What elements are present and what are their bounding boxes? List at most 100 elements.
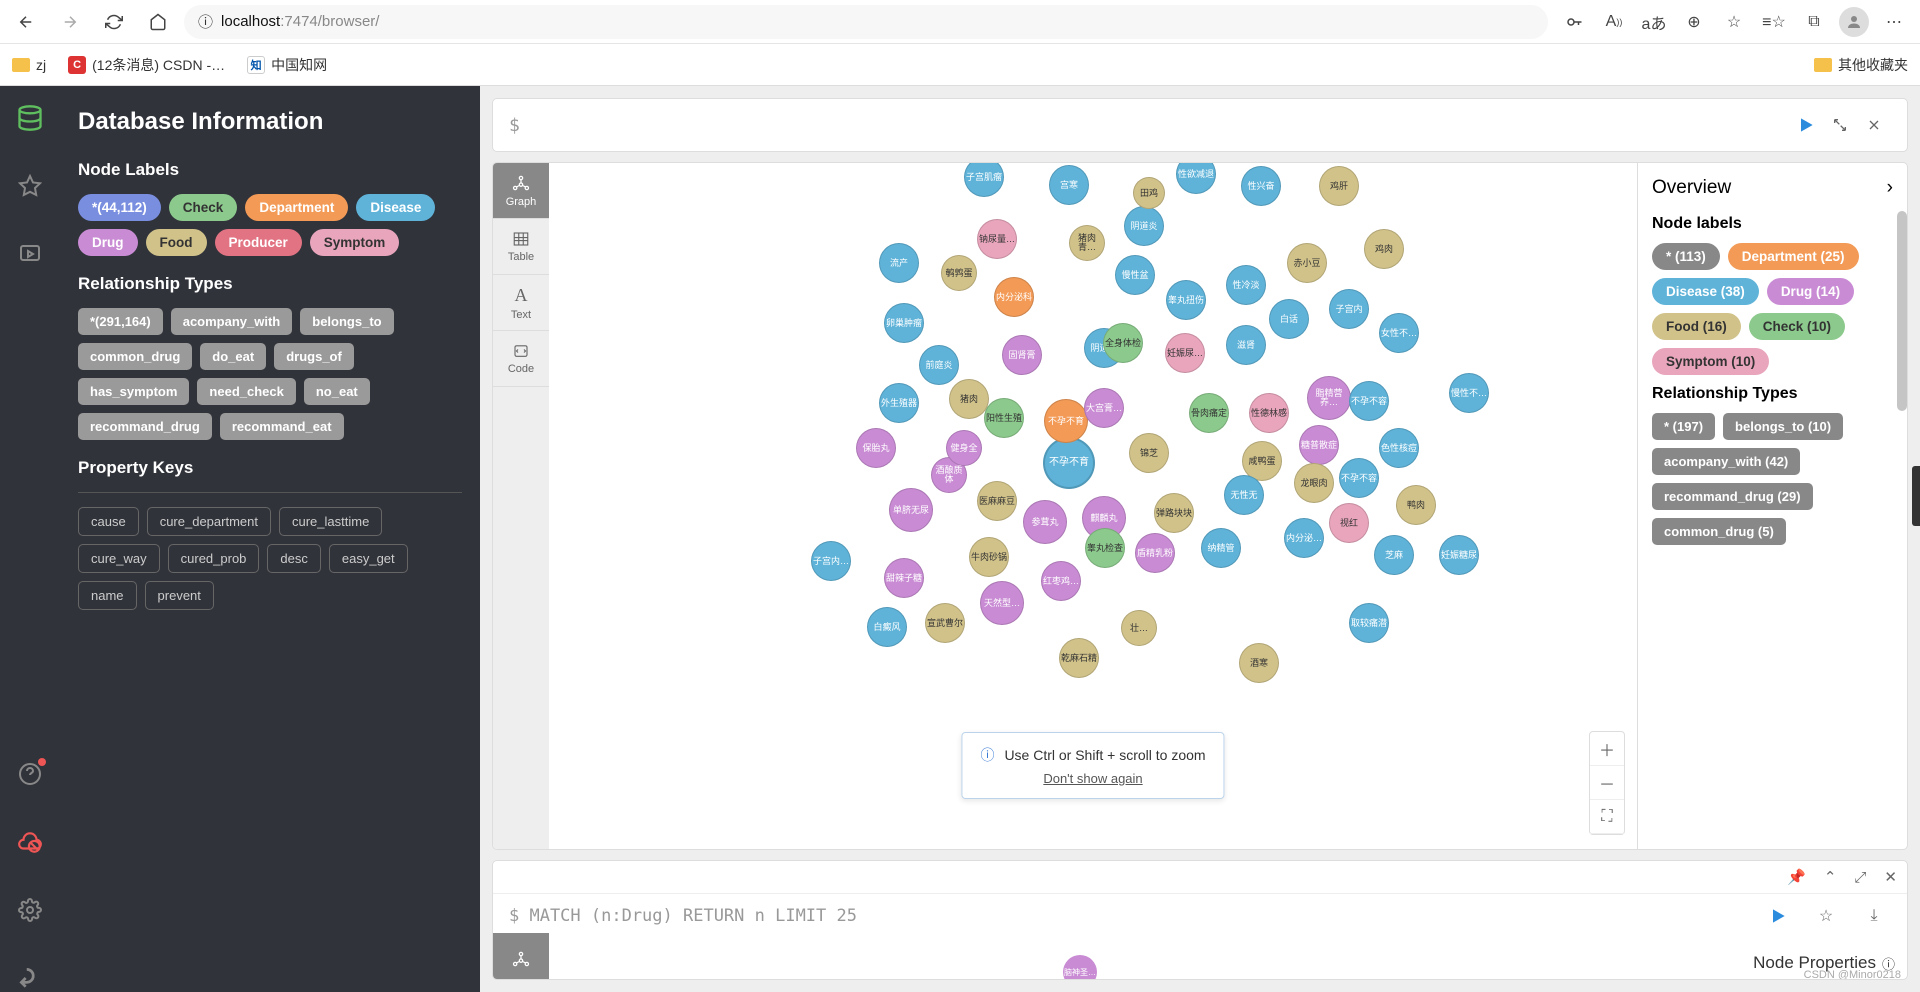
- graph-node[interactable]: 酒寒: [1239, 643, 1279, 683]
- collections-icon[interactable]: ⧉: [1796, 4, 1832, 40]
- editor-prompt[interactable]: $: [509, 115, 1789, 136]
- graph-node[interactable]: 白癜风: [867, 607, 907, 647]
- ov-label-disease[interactable]: Disease (38): [1652, 278, 1759, 305]
- rel-drugs-of[interactable]: drugs_of: [274, 343, 354, 370]
- graph-node[interactable]: 妊娠糖尿: [1439, 535, 1479, 575]
- home-button[interactable]: [140, 4, 176, 40]
- graph-node[interactable]: 阳性生殖: [984, 398, 1024, 438]
- graph-node[interactable]: 固肾膏: [1002, 335, 1042, 375]
- rel-star[interactable]: *(291,164): [78, 308, 163, 335]
- pin-icon[interactable]: 📌: [1787, 868, 1806, 886]
- expand-icon[interactable]: ⤢: [1854, 869, 1866, 886]
- label-check[interactable]: Check: [169, 194, 238, 221]
- rail-help-icon[interactable]: [16, 760, 44, 788]
- graph-node[interactable]: 赤小豆: [1287, 243, 1327, 283]
- tab-graph[interactable]: Graph: [493, 163, 549, 219]
- bookmark-csdn[interactable]: C(12条消息) CSDN -…: [68, 55, 225, 75]
- graph-node[interactable]: 红枣鸡…: [1041, 561, 1081, 601]
- graph-canvas[interactable]: ⓘUse Ctrl or Shift + scroll to zoom Don'…: [549, 163, 1637, 849]
- ov-label-food[interactable]: Food (16): [1652, 313, 1741, 340]
- rel-belongs-to[interactable]: belongs_to: [300, 308, 393, 335]
- graph-node[interactable]: 子宫肌瘤: [964, 163, 1004, 197]
- translate-icon[interactable]: aあ: [1636, 4, 1672, 40]
- bookmark-zj[interactable]: zj: [12, 57, 46, 73]
- tab-table[interactable]: Table: [493, 219, 549, 275]
- graph-node[interactable]: 阴道炎: [1124, 206, 1164, 246]
- more-icon[interactable]: ⋯: [1876, 4, 1912, 40]
- right-edge-handle[interactable]: [1912, 466, 1920, 526]
- graph-node[interactable]: 内分泌…: [1284, 518, 1324, 558]
- overview-header[interactable]: Overview›: [1652, 177, 1893, 199]
- label-producer[interactable]: Producer: [215, 229, 302, 256]
- graph-node[interactable]: 大宫膏…: [1084, 388, 1124, 428]
- graph-node[interactable]: 弹路块块: [1154, 493, 1194, 533]
- close-icon[interactable]: ✕: [1884, 868, 1897, 886]
- forward-button[interactable]: [52, 4, 88, 40]
- bookmark-cnki[interactable]: 知中国知网: [247, 55, 327, 75]
- zoom-out-button[interactable]: －: [1590, 766, 1624, 800]
- ov-label-department[interactable]: Department (25): [1728, 243, 1859, 270]
- info-icon[interactable]: ⓘ: [198, 11, 213, 32]
- graph-node[interactable]: 全身体检: [1103, 323, 1143, 363]
- ov-rel-recommand-drug[interactable]: recommand_drug (29): [1652, 483, 1813, 510]
- mini-graph[interactable]: 脑神圣…: [493, 937, 1907, 979]
- prop-cure-lasttime[interactable]: cure_lasttime: [279, 507, 382, 536]
- prop-desc[interactable]: desc: [267, 544, 320, 573]
- graph-node[interactable]: 保胎丸: [856, 428, 896, 468]
- label-symptom[interactable]: Symptom: [310, 229, 400, 256]
- prop-cure-way[interactable]: cure_way: [78, 544, 160, 573]
- graph-node[interactable]: 钠尿量…: [977, 219, 1017, 259]
- graph-node[interactable]: 卵巢肿瘤: [884, 303, 924, 343]
- graph-node[interactable]: 子宫内: [1329, 289, 1369, 329]
- graph-node[interactable]: 滋肾: [1226, 325, 1266, 365]
- graph-node[interactable]: 脂精营养…: [1307, 376, 1351, 420]
- collapse-icon[interactable]: ⌃: [1824, 868, 1837, 886]
- zoom-in-button[interactable]: ＋: [1590, 732, 1624, 766]
- graph-node[interactable]: 不孕不容: [1349, 381, 1389, 421]
- graph-node[interactable]: 甜辣子糖: [884, 558, 924, 598]
- rel-do-eat[interactable]: do_eat: [200, 343, 266, 370]
- rel-has-symptom[interactable]: has_symptom: [78, 378, 189, 405]
- fit-button[interactable]: ⛶: [1590, 800, 1624, 834]
- tab-text[interactable]: AText: [493, 275, 549, 331]
- ov-rel-star[interactable]: * (197): [1652, 413, 1715, 440]
- run-button[interactable]: [1789, 108, 1823, 142]
- prop-cure-department[interactable]: cure_department: [147, 507, 271, 536]
- profile-button[interactable]: [1836, 4, 1872, 40]
- rail-cloud-icon[interactable]: [16, 828, 44, 856]
- rel-common-drug[interactable]: common_drug: [78, 343, 192, 370]
- graph-node[interactable]: 猪肉: [949, 379, 989, 419]
- graph-node[interactable]: 睾丸扭伤: [1166, 280, 1206, 320]
- graph-node[interactable]: 前庭炎: [919, 345, 959, 385]
- graph-node[interactable]: 外生殖器: [879, 383, 919, 423]
- graph-node[interactable]: 糖普散症: [1299, 425, 1339, 465]
- graph-node[interactable]: 龙眼肉: [1294, 463, 1334, 503]
- graph-node[interactable]: 鸭肉: [1396, 485, 1436, 525]
- graph-node[interactable]: 性兴奋: [1241, 166, 1281, 206]
- graph-node[interactable]: 鸡肝: [1319, 166, 1359, 206]
- tip-dismiss[interactable]: Don't show again: [1043, 771, 1142, 786]
- graph-node[interactable]: 不孕不育: [1043, 437, 1095, 489]
- label-drug[interactable]: Drug: [78, 229, 138, 256]
- ov-label-star[interactable]: * (113): [1652, 243, 1720, 270]
- favorite-icon[interactable]: ☆: [1809, 899, 1843, 933]
- graph-node[interactable]: 健身全: [946, 430, 982, 466]
- graph-node[interactable]: 不孕不容: [1339, 458, 1379, 498]
- rel-recommand-eat[interactable]: recommand_eat: [220, 413, 344, 440]
- favorite-icon[interactable]: ☆: [1716, 4, 1752, 40]
- run-button[interactable]: [1761, 899, 1795, 933]
- graph-node[interactable]: 慢性盆: [1115, 255, 1155, 295]
- rel-acompany-with[interactable]: acompany_with: [171, 308, 293, 335]
- graph-node[interactable]: 性冷淡: [1226, 265, 1266, 305]
- graph-node[interactable]: 女性不…: [1379, 313, 1419, 353]
- graph-node[interactable]: 参茸丸: [1023, 500, 1067, 544]
- rel-need-check[interactable]: need_check: [197, 378, 295, 405]
- ov-label-symptom[interactable]: Symptom (10): [1652, 348, 1769, 375]
- prop-name[interactable]: name: [78, 581, 137, 610]
- fullscreen-button[interactable]: [1823, 108, 1857, 142]
- label-disease[interactable]: Disease: [356, 194, 435, 221]
- graph-node[interactable]: 脑神圣…: [1063, 955, 1097, 980]
- graph-node[interactable]: 医麻麻豆: [977, 481, 1017, 521]
- graph-node[interactable]: 不孕不育: [1044, 399, 1088, 443]
- graph-node[interactable]: 宫寒: [1049, 165, 1089, 205]
